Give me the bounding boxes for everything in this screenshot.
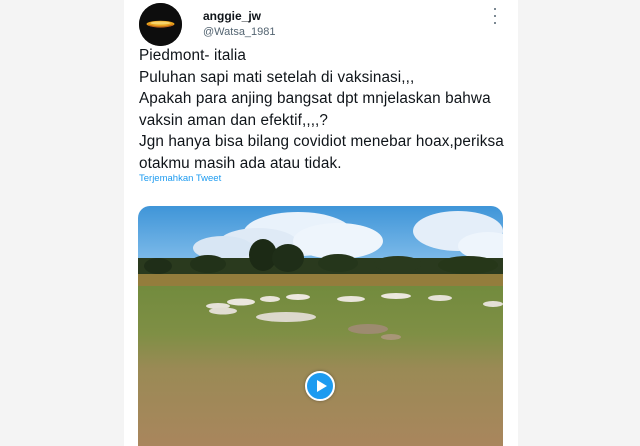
avatar-image xyxy=(139,3,182,46)
more-options-icon[interactable] xyxy=(490,8,500,24)
avatar[interactable] xyxy=(139,3,182,46)
tweet-line: otakmu masih ada atau tidak. xyxy=(139,154,342,172)
tweet-line: Piedmont- italia xyxy=(139,47,247,64)
tweet-line: vaksin aman dan efektif,,,,? xyxy=(139,111,329,129)
display-name[interactable]: anggie_jw xyxy=(203,9,261,23)
video-media[interactable] xyxy=(138,206,503,446)
tweet-line: Puluhan sapi mati setelah di vaksinasi,,… xyxy=(139,68,415,86)
tweet-line: Jgn hanya bisa bilang covidiot menebar h… xyxy=(139,133,504,150)
video-thumbnail xyxy=(138,206,503,446)
tweet-card: anggie_jw @Watsa_1981 Piedmont- italia P… xyxy=(124,0,518,446)
translate-tweet-link[interactable]: Terjemahkan Tweet xyxy=(139,173,221,184)
user-handle[interactable]: @Watsa_1981 xyxy=(203,26,276,38)
play-icon[interactable] xyxy=(305,371,335,401)
tweet-text: Piedmont- italia Puluhan sapi mati setel… xyxy=(139,45,514,174)
tweet-line: Apakah para anjing bangsat dpt mnjelaska… xyxy=(139,90,491,107)
